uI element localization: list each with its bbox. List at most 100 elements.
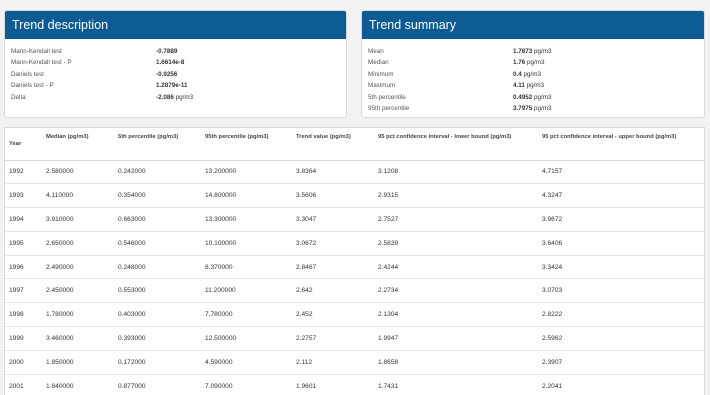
summary-label: Mean bbox=[368, 48, 384, 55]
summary-label: Median bbox=[368, 59, 389, 67]
table-cell: 2.452 bbox=[292, 302, 374, 328]
description-label: Mann-Kendall test bbox=[11, 48, 62, 55]
table-cell: 0.242000 bbox=[114, 160, 201, 185]
table-cell: 10.100000 bbox=[201, 231, 292, 256]
table-cell: 2.580000 bbox=[42, 160, 114, 185]
table-cell: 3.1208 bbox=[374, 160, 538, 185]
table-row: 1995 2.650000 0.546000 10.100000 3.0672 2.583… bbox=[5, 231, 704, 256]
table-row: 1996 2.490000 0.248000 8.370000 2.8467 2.4244… bbox=[5, 255, 704, 280]
summary-value-wrap: 3.7975 pg/m3 bbox=[513, 103, 552, 114]
table-cell: 2.2041 bbox=[538, 374, 704, 395]
summary-label: Minimum bbox=[368, 70, 394, 78]
description-label: Delta bbox=[11, 93, 26, 101]
summary-label: 95th percentile bbox=[368, 104, 410, 112]
table-cell: 2.4244 bbox=[374, 255, 538, 280]
table-cell: 1993 bbox=[5, 183, 42, 209]
summary-row: Maximum 4.11 pg/m3 bbox=[368, 80, 700, 91]
table-cell: 4.110000 bbox=[42, 183, 114, 209]
table-cell: 1999 bbox=[5, 326, 42, 351]
table-cell: 13.300000 bbox=[201, 207, 292, 232]
column-header[interactable]: Median (pg/m3) bbox=[42, 128, 114, 161]
table-row: 2000 1.850000 0.172000 4.590000 2.112 1.8658 2… bbox=[5, 350, 704, 375]
description-value-wrap: 1.6614e-8 bbox=[156, 57, 184, 68]
table-header-row: Year Median (pg/m3) 5th percentile (pg/m3)… bbox=[5, 128, 704, 161]
summary-row: Mean 1.7873 pg/m3 bbox=[368, 46, 700, 57]
trend-description-title: Trend description bbox=[5, 11, 346, 39]
trend-table-container: Year Median (pg/m3) 5th percentile (pg/m3)… bbox=[4, 127, 705, 395]
column-header[interactable]: Year bbox=[5, 128, 42, 161]
table-cell: 13.200000 bbox=[201, 160, 292, 185]
summary-row: Minimum 0.4 pg/m3 bbox=[368, 69, 700, 80]
summary-row: 5th percentile 0.4952 pg/m3 bbox=[368, 92, 700, 103]
description-label: Daniels test - P bbox=[11, 82, 54, 90]
table-cell: 2.450000 bbox=[42, 278, 114, 304]
table-cell: 1996 bbox=[5, 255, 42, 280]
table-row: 1993 4.110000 0.354000 14.800000 3.5606 2.931… bbox=[5, 183, 704, 209]
column-header[interactable]: Trend value (pg/m3) bbox=[292, 128, 374, 161]
summary-value: 4.11 bbox=[513, 82, 525, 90]
column-header[interactable]: 5th percentile (pg/m3) bbox=[114, 128, 201, 161]
table-cell: 0.663000 bbox=[114, 207, 201, 232]
summary-label: 5th percentile bbox=[368, 93, 406, 101]
table-cell: 1.840000 bbox=[42, 374, 114, 395]
table-cell: 0.403000 bbox=[114, 302, 201, 328]
summary-value-wrap: 1.7873 pg/m3 bbox=[513, 46, 552, 57]
column-header[interactable]: 95 pct confidence interval - upper bound… bbox=[538, 128, 704, 161]
table-cell: 0.248000 bbox=[114, 255, 201, 280]
summary-value: 3.7975 bbox=[513, 104, 533, 112]
column-header[interactable]: 95th percentile (pg/m3) bbox=[201, 128, 292, 161]
summary-value-wrap: 0.4952 pg/m3 bbox=[513, 92, 552, 103]
table-cell: 2000 bbox=[5, 350, 42, 375]
summary-unit: pg/m3 bbox=[534, 48, 552, 55]
summary-value: 1.76 bbox=[513, 59, 526, 67]
table-cell: 2001 bbox=[5, 374, 42, 395]
table-cell: 1994 bbox=[5, 207, 42, 232]
summary-value-wrap: 4.11 pg/m3 bbox=[513, 80, 544, 91]
table-cell: 11.200000 bbox=[201, 278, 292, 304]
summary-unit: pg/m3 bbox=[526, 82, 545, 90]
table-row: 2001 1.840000 0.877000 7.090000 1.9601 1.7431… bbox=[5, 374, 704, 395]
description-value-wrap: -0.9256 bbox=[156, 69, 177, 80]
table-cell: 7.780000 bbox=[201, 302, 292, 328]
table-cell: 0.877000 bbox=[114, 374, 201, 395]
table-row: 1998 1.780000 0.403000 7.780000 2.452 2.1304 2… bbox=[5, 302, 704, 328]
table-cell: 4.3247 bbox=[538, 183, 704, 209]
summary-value-wrap: 1.76 pg/m3 bbox=[513, 57, 545, 68]
table-cell: 1.780000 bbox=[42, 302, 114, 328]
table-cell: 8.370000 bbox=[201, 255, 292, 280]
summary-value: 1.7873 bbox=[513, 48, 533, 55]
table-cell: 0.172000 bbox=[114, 350, 201, 375]
table-cell: 2.1304 bbox=[374, 302, 538, 328]
table-cell: 1995 bbox=[5, 231, 42, 256]
table-cell: 1.7431 bbox=[374, 374, 538, 395]
table-cell: 2.5962 bbox=[538, 326, 704, 351]
summary-row: 95th percentile 3.7975 pg/m3 bbox=[368, 103, 700, 114]
summary-value: 0.4952 bbox=[513, 93, 533, 101]
table-cell: 1998 bbox=[5, 302, 42, 328]
trend-summary-list: Mean 1.7873 pg/m3 Median 1.76 pg/m3 Minimum 0… bbox=[368, 46, 700, 114]
description-value: -0.7889 bbox=[156, 48, 178, 55]
table-cell: 3.3047 bbox=[292, 207, 374, 232]
trend-summary-title: Trend summary bbox=[362, 11, 704, 39]
description-label: Daniels test bbox=[11, 70, 44, 78]
table-cell: 2.3907 bbox=[538, 350, 704, 375]
table-cell: 2.642 bbox=[292, 278, 374, 304]
table-cell: 7.090000 bbox=[201, 374, 292, 395]
table-cell: 0.393000 bbox=[114, 326, 201, 351]
description-value: -2.086 bbox=[156, 93, 174, 101]
column-header[interactable]: 95 pct confidence interval - lower bound… bbox=[374, 128, 538, 161]
description-row: Daniels test -0.9256 bbox=[11, 69, 342, 80]
table-cell: 3.3424 bbox=[538, 255, 704, 280]
summary-row: Median 1.76 pg/m3 bbox=[368, 57, 700, 68]
table-cell: 1.850000 bbox=[42, 350, 114, 375]
table-cell: 3.8364 bbox=[292, 160, 374, 185]
description-value: 1.2879e-11 bbox=[156, 82, 188, 90]
summary-unit: pg/m3 bbox=[534, 104, 552, 112]
summary-unit: pg/m3 bbox=[523, 70, 542, 78]
description-value-wrap: -0.7889 bbox=[156, 46, 177, 57]
trend-summary-panel: Trend summary Mean 1.7873 pg/m3 Median 1.76… bbox=[361, 10, 705, 118]
table-cell: 4.7157 bbox=[538, 160, 704, 185]
summary-value: 0.4 bbox=[513, 70, 522, 78]
table-cell: 2.112 bbox=[292, 350, 374, 375]
trend-description-list: Mann-Kendall test -0.7889 Mann-Kendall tes… bbox=[11, 46, 342, 103]
